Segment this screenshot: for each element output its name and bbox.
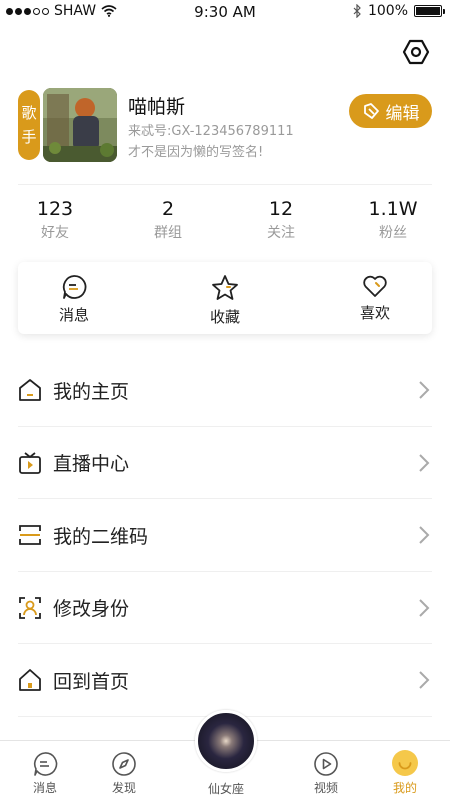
- qr-scan-icon: [19, 525, 41, 546]
- compass-icon: [112, 752, 136, 776]
- stat-value: 1.1W: [368, 198, 418, 220]
- battery-icon: [414, 5, 445, 17]
- home-page-icon: [19, 379, 41, 402]
- tab-label: 视频: [313, 781, 338, 795]
- edit-profile-button[interactable]: 编辑: [349, 94, 432, 128]
- tab-label: 消息: [32, 781, 57, 795]
- tab-label: 发现: [111, 781, 136, 795]
- quick-action-label: 喜欢: [359, 304, 390, 322]
- house-icon: [19, 669, 41, 692]
- tab-andromeda-label: 仙女座: [207, 782, 244, 796]
- quick-actions-card: 消息 收藏 喜欢: [18, 262, 432, 334]
- chevron-right-icon: [419, 526, 430, 544]
- profile-header: 歌 手 喵帕斯 来忒号:GX-123456789111 才不是因为懒的写签名! …: [18, 88, 432, 162]
- menu-item-my-homepage[interactable]: 我的主页: [0, 354, 450, 427]
- stat-following[interactable]: 12 关注: [236, 198, 326, 242]
- stat-friends[interactable]: 123 好友: [10, 198, 100, 242]
- tab-mine[interactable]: 我的: [375, 749, 435, 796]
- menu-item-live-center[interactable]: 直播中心: [0, 427, 450, 499]
- menu-label: 我的二维码: [53, 525, 149, 548]
- chevron-right-icon: [419, 599, 430, 617]
- chevron-right-icon: [419, 671, 430, 689]
- menu-item-change-identity[interactable]: 修改身份: [0, 572, 450, 644]
- status-right: 100%: [353, 3, 445, 19]
- message-icon: [62, 275, 87, 299]
- stat-label: 关注: [267, 225, 295, 241]
- menu-item-my-qrcode[interactable]: 我的二维码: [0, 499, 450, 572]
- edit-tag-icon: [363, 103, 379, 119]
- avatar-illustration: [43, 88, 117, 162]
- menu-label: 直播中心: [53, 453, 130, 476]
- message-icon: [33, 752, 58, 776]
- battery-percent: 100%: [367, 3, 408, 19]
- chevron-right-icon: [419, 454, 430, 472]
- stat-label: 好友: [41, 225, 69, 241]
- status-bar: SHAW 9:30 AM 100%: [0, 0, 450, 24]
- quick-action-label: 消息: [58, 306, 89, 324]
- stat-label: 群组: [154, 225, 182, 241]
- stats-row: 123 好友 2 群组 12 关注 1.1W 粉丝: [0, 198, 450, 248]
- user-id: 来忒号:GX-123456789111: [128, 124, 294, 139]
- stat-label: 粉丝: [379, 225, 407, 241]
- bluetooth-icon: [353, 4, 361, 18]
- role-tag-char: 手: [21, 128, 37, 146]
- tv-icon: [19, 452, 41, 474]
- tab-andromeda-image[interactable]: [195, 710, 257, 772]
- tab-video[interactable]: 视频: [296, 751, 356, 796]
- avatar[interactable]: [43, 88, 117, 162]
- role-tag-char: 歌: [21, 104, 37, 122]
- star-icon: [212, 275, 238, 300]
- user-name: 喵帕斯: [128, 96, 186, 118]
- profile-divider: [18, 184, 432, 185]
- play-icon: [314, 752, 338, 776]
- settings-hexagon-icon[interactable]: [402, 38, 430, 66]
- edit-label: 编辑: [385, 103, 420, 124]
- quick-action-messages[interactable]: 消息: [34, 274, 114, 325]
- menu-label: 回到首页: [53, 670, 130, 693]
- smile-icon: [392, 750, 418, 776]
- chevron-right-icon: [419, 381, 430, 399]
- tab-discover[interactable]: 发现: [94, 751, 154, 796]
- stat-value: 123: [36, 198, 74, 220]
- stat-value: 12: [268, 198, 294, 220]
- tab-label: 我的: [392, 781, 417, 795]
- quick-action-favorites[interactable]: 收藏: [185, 274, 265, 327]
- tab-messages[interactable]: 消息: [15, 751, 75, 796]
- quick-action-likes[interactable]: 喜欢: [335, 274, 415, 323]
- menu-item-back-home[interactable]: 回到首页: [0, 644, 450, 717]
- quick-action-label: 收藏: [209, 308, 240, 326]
- menu-list: 我的主页 直播中心 我的二维码 修改身份 回到首页: [0, 354, 450, 717]
- heart-icon: [363, 275, 387, 297]
- stat-value: 2: [161, 198, 175, 220]
- user-signature: 才不是因为懒的写签名!: [128, 145, 264, 160]
- id-person-icon: [19, 596, 41, 619]
- role-tag: 歌 手: [18, 90, 40, 160]
- menu-label: 我的主页: [53, 380, 130, 403]
- stat-groups[interactable]: 2 群组: [123, 198, 213, 242]
- stat-fans[interactable]: 1.1W 粉丝: [348, 198, 438, 242]
- menu-label: 修改身份: [53, 598, 130, 621]
